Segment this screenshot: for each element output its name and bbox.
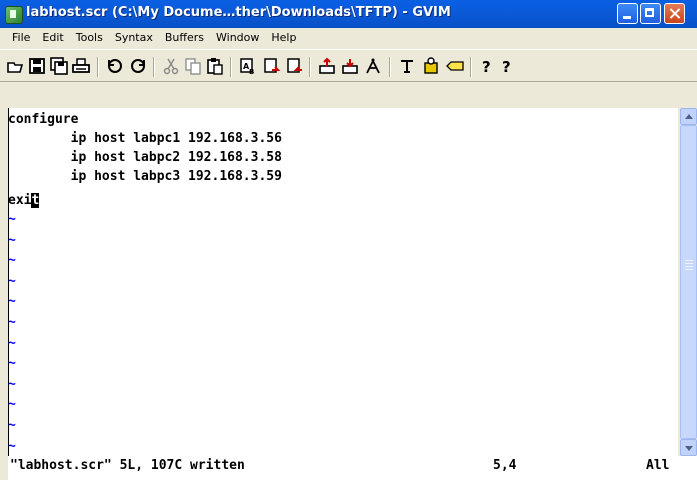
- command-line[interactable]: "labhost.scr" 5L, 107C written 5,4 All: [8, 456, 697, 480]
- menu-edit[interactable]: Edit: [36, 28, 69, 48]
- grip-line: [685, 269, 693, 270]
- paste-icon[interactable]: [204, 56, 226, 76]
- scroll-position: All: [646, 458, 670, 473]
- redo-icon[interactable]: [127, 56, 149, 76]
- toolbar: AB ? ?: [0, 49, 697, 82]
- empty-line-marker: ~: [8, 294, 16, 310]
- menu-help[interactable]: Help: [265, 28, 302, 48]
- grip-line: [685, 260, 693, 261]
- save-icon[interactable]: [26, 56, 48, 76]
- tag-icon[interactable]: [444, 56, 466, 76]
- gvim-window: labhost.scr (C:\My Docume…ther\Downloads…: [0, 0, 697, 480]
- shell-icon[interactable]: [420, 56, 442, 76]
- menu-window[interactable]: Window: [210, 28, 265, 48]
- maximize-button[interactable]: [640, 3, 661, 24]
- save-session-icon[interactable]: [339, 56, 361, 76]
- empty-line-marker: ~: [8, 335, 16, 351]
- menu-syntax[interactable]: Syntax: [109, 28, 159, 48]
- load-session-icon[interactable]: [316, 56, 338, 76]
- find-next-icon[interactable]: [261, 56, 283, 76]
- cursor-position: 5,4: [493, 458, 517, 473]
- empty-line-marker: ~: [8, 212, 16, 227]
- make-icon[interactable]: [396, 56, 418, 76]
- svg-text:?: ?: [502, 58, 511, 75]
- replace-icon[interactable]: AB: [237, 56, 259, 76]
- empty-line-marker: ~: [8, 232, 16, 248]
- toolbar-separator: [470, 57, 472, 77]
- empty-line-marker: ~: [8, 438, 16, 454]
- buffer-line-1[interactable]: configure: [8, 110, 78, 129]
- run-script-icon[interactable]: [362, 56, 384, 76]
- scroll-thumb[interactable]: [680, 125, 697, 439]
- undo-icon[interactable]: [104, 56, 126, 76]
- menu-file[interactable]: File: [0, 28, 36, 48]
- help-icon[interactable]: ?: [476, 56, 498, 76]
- buffer-line-5-text: exi: [8, 193, 32, 208]
- cut-icon[interactable]: [160, 56, 182, 76]
- menu-tools[interactable]: Tools: [70, 28, 109, 48]
- grip-line: [685, 263, 693, 264]
- toolbar-separator: [389, 57, 391, 77]
- empty-line-marker: ~: [8, 273, 16, 289]
- scroll-down-button[interactable]: [680, 439, 697, 456]
- empty-line-marker: ~: [8, 253, 16, 269]
- print-icon[interactable]: [70, 56, 92, 76]
- buffer-line-2[interactable]: ip host labpc1 192.168.3.56: [8, 129, 282, 148]
- buffer-line-3[interactable]: ip host labpc2 192.168.3.58: [8, 148, 282, 167]
- vertical-scrollbar[interactable]: [680, 108, 697, 456]
- empty-line-marker: ~: [8, 356, 16, 372]
- toolbar-separator: [230, 57, 232, 77]
- toolbar-separator: [153, 57, 155, 77]
- minimize-button[interactable]: [617, 3, 638, 24]
- empty-line-marker: ~: [8, 376, 16, 392]
- status-message: "labhost.scr" 5L, 107C written: [10, 458, 245, 473]
- open-icon[interactable]: [4, 56, 26, 76]
- svg-text:?: ?: [482, 58, 491, 75]
- empty-line-marker: ~: [8, 418, 16, 433]
- empty-line-marker: ~: [8, 315, 16, 330]
- find-prev-icon[interactable]: [284, 56, 306, 76]
- copy-icon[interactable]: [182, 56, 204, 76]
- empty-line-marker: ~: [8, 397, 16, 413]
- save-all-icon[interactable]: [48, 56, 70, 76]
- toolbar-separator: [97, 57, 99, 77]
- toolbar-separator: [309, 57, 311, 77]
- menu-bar: File Edit Tools Syntax Buffers Window He…: [0, 28, 697, 48]
- close-button[interactable]: [664, 3, 685, 24]
- scroll-up-button[interactable]: [680, 108, 697, 125]
- gvim-icon[interactable]: [5, 6, 23, 24]
- grip-line: [685, 266, 693, 267]
- svg-text:B: B: [249, 68, 254, 75]
- buffer-line-4[interactable]: ip host labpc3 192.168.3.59: [8, 167, 282, 186]
- find-help-icon[interactable]: ?: [496, 56, 518, 76]
- buffer-line-5[interactable]: exit: [8, 191, 40, 210]
- menu-buffers[interactable]: Buffers: [159, 28, 210, 48]
- window-title: labhost.scr (C:\My Docume…ther\Downloads…: [26, 5, 451, 20]
- title-bar[interactable]: labhost.scr (C:\My Docume…ther\Downloads…: [0, 0, 697, 28]
- text-cursor: t: [31, 193, 40, 208]
